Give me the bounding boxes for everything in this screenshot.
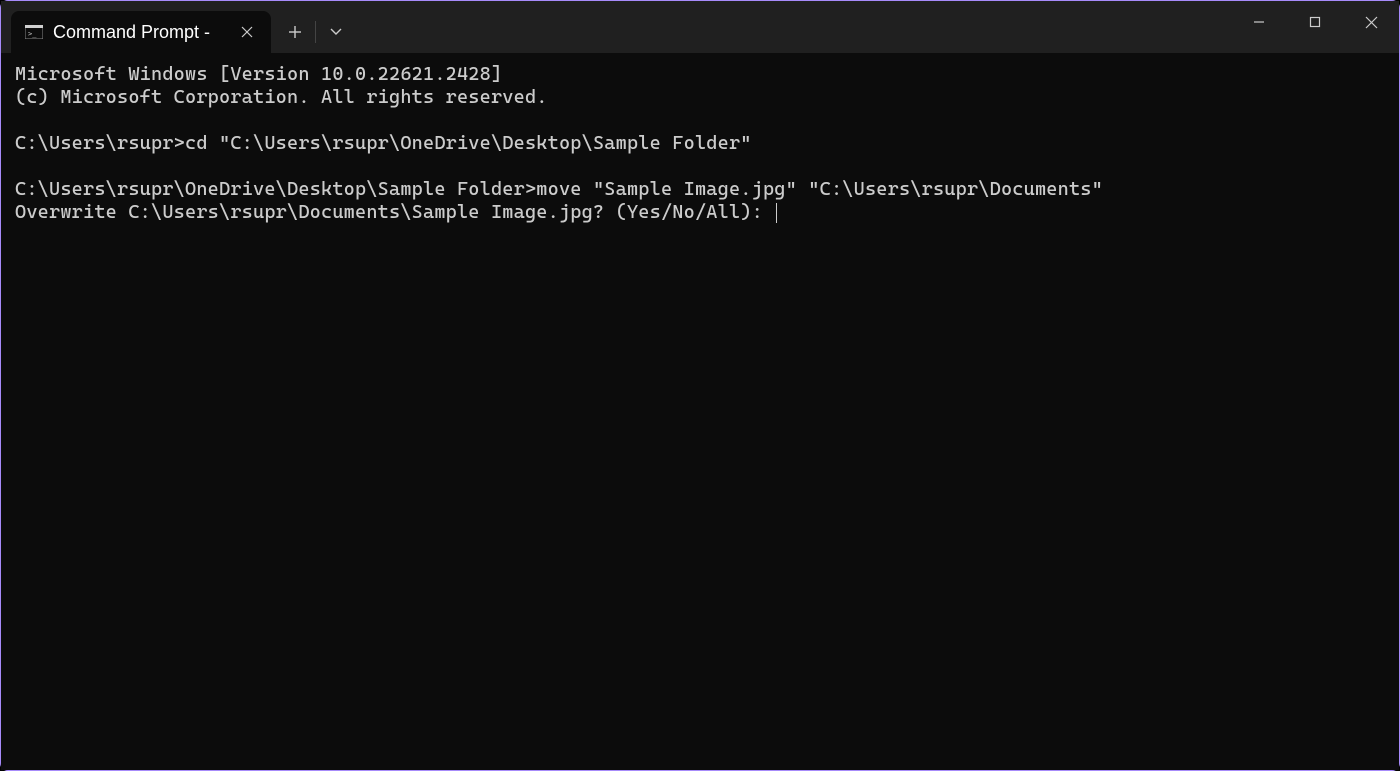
tab-dropdown-button[interactable] xyxy=(316,11,356,53)
window-controls xyxy=(1231,1,1399,43)
tab-title: Command Prompt - xyxy=(53,22,227,43)
close-icon xyxy=(1365,16,1378,29)
tab-actions xyxy=(275,11,356,53)
minimize-button[interactable] xyxy=(1231,1,1287,43)
tab-command-prompt[interactable]: >_ Command Prompt - xyxy=(11,11,271,53)
terminal-line: C:\Users\rsupr\OneDrive\Desktop\Sample F… xyxy=(15,178,1103,200)
tab-close-button[interactable] xyxy=(237,22,257,42)
titlebar: >_ Command Prompt - xyxy=(1,1,1399,53)
terminal-line: (c) Microsoft Corporation. All rights re… xyxy=(15,86,548,108)
maximize-button[interactable] xyxy=(1287,1,1343,43)
terminal-line: Overwrite C:\Users\rsupr\Documents\Sampl… xyxy=(15,201,774,223)
new-tab-button[interactable] xyxy=(275,11,315,53)
plus-icon xyxy=(288,25,302,39)
svg-text:>_: >_ xyxy=(28,30,37,38)
cursor xyxy=(776,203,777,223)
terminal-content[interactable]: Microsoft Windows [Version 10.0.22621.24… xyxy=(1,53,1399,770)
close-window-button[interactable] xyxy=(1343,1,1399,43)
tab-region: >_ Command Prompt - xyxy=(1,1,356,53)
chevron-down-icon xyxy=(330,28,342,36)
close-icon xyxy=(241,26,253,38)
maximize-icon xyxy=(1309,16,1321,28)
cmd-icon: >_ xyxy=(25,25,43,39)
terminal-line: C:\Users\rsupr>cd "C:\Users\rsupr\OneDri… xyxy=(15,132,752,154)
terminal-line: Microsoft Windows [Version 10.0.22621.24… xyxy=(15,63,502,85)
minimize-icon xyxy=(1253,16,1265,28)
